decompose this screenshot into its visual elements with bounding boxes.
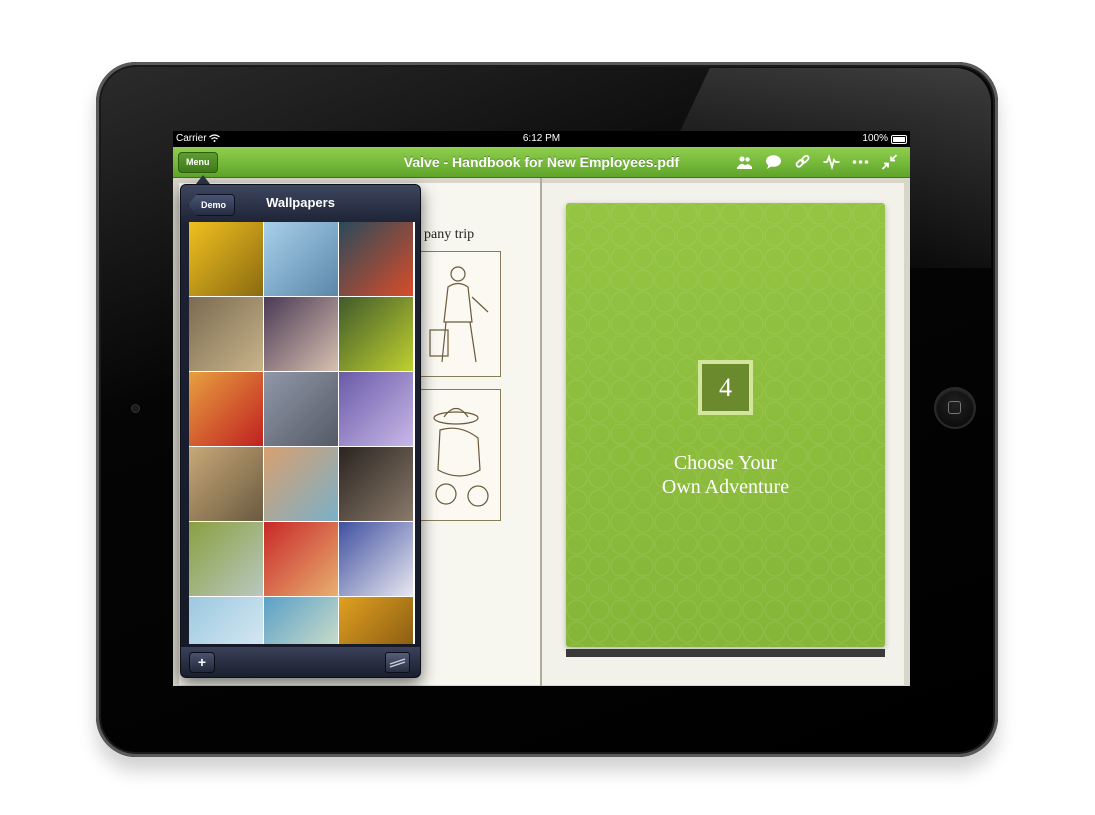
- next-page-edge: [566, 649, 885, 657]
- wallpaper-thumbnail-blossoms[interactable]: [264, 447, 338, 521]
- wallpaper-thumbnail-golden-grass[interactable]: [189, 447, 263, 521]
- people-icon[interactable]: [736, 154, 753, 170]
- popover-title: Wallpapers: [266, 195, 335, 210]
- battery-icon: [891, 135, 907, 144]
- activity-icon[interactable]: [823, 154, 840, 170]
- more-icon[interactable]: [852, 154, 869, 170]
- wallpaper-thumbnail-blue-branches[interactable]: [264, 222, 338, 296]
- chapter-number: 4: [702, 364, 749, 411]
- popover-toolbar: +: [181, 647, 420, 677]
- collapse-icon[interactable]: [881, 154, 898, 170]
- battery-percentage: 100%: [862, 133, 888, 144]
- wallpaper-thumbnail-sunset-red[interactable]: [189, 372, 263, 446]
- right-page: 4 Choose Your Own Adventure: [542, 183, 904, 685]
- page-heading: pany trip: [424, 227, 475, 242]
- home-button-icon: [948, 401, 961, 414]
- wallpapers-popover: Demo Wallpapers +: [180, 184, 421, 678]
- chapter-title-line1: Choose Your: [673, 452, 778, 474]
- nav-bar: Menu Valve - Handbook for New Employees.…: [173, 147, 910, 178]
- chapter-cover: 4 Choose Your Own Adventure: [566, 203, 885, 647]
- wallpaper-thumbnail-amber-bokeh[interactable]: [339, 597, 413, 644]
- wallpaper-thumbnail-sky-light[interactable]: [189, 597, 263, 644]
- wallpaper-thumbnail-dry-plants[interactable]: [264, 372, 338, 446]
- wallpaper-thumbnail-purple-blur[interactable]: [339, 372, 413, 446]
- chapter-title-line2: Own Adventure: [661, 476, 790, 498]
- nav-actions: [736, 154, 898, 170]
- wallpaper-thumbnail-white-flower[interactable]: [264, 597, 338, 644]
- wallpaper-grid[interactable]: [189, 222, 415, 644]
- wallpaper-thumbnail-tree-bark[interactable]: [339, 447, 413, 521]
- wallpaper-thumbnail-moss-macro[interactable]: [189, 522, 263, 596]
- link-icon[interactable]: [794, 154, 811, 170]
- front-camera: [132, 405, 139, 412]
- wallpaper-thumbnail-traffic-light[interactable]: [339, 222, 413, 296]
- comment-icon[interactable]: [765, 154, 782, 170]
- status-bar: Carrier 6:12 PM 100%: [173, 131, 910, 147]
- wallpaper-thumbnail-chipmunk[interactable]: [189, 297, 263, 371]
- wallpaper-thumbnail-blue-ice[interactable]: [339, 522, 413, 596]
- wallpaper-thumbnail-red-bokeh[interactable]: [264, 522, 338, 596]
- chapter-number-box: 4: [698, 360, 753, 415]
- screen: Carrier 6:12 PM 100% Menu Valve - Handbo…: [173, 131, 910, 686]
- wallpaper-thumbnail-toy-bike[interactable]: [264, 297, 338, 371]
- chapter-title: Choose Your Own Adventure: [566, 451, 885, 499]
- resize-handle-icon[interactable]: [385, 652, 410, 673]
- wallpaper-thumbnail-green-card[interactable]: [339, 297, 413, 371]
- clock: 6:12 PM: [522, 133, 561, 144]
- popover-arrow: [196, 175, 210, 184]
- wallpaper-thumbnail-yellow-rope[interactable]: [189, 222, 263, 296]
- illustration-explorer: [419, 389, 501, 521]
- add-wallpaper-button[interactable]: +: [189, 652, 215, 673]
- illustration-traveler: [419, 251, 501, 377]
